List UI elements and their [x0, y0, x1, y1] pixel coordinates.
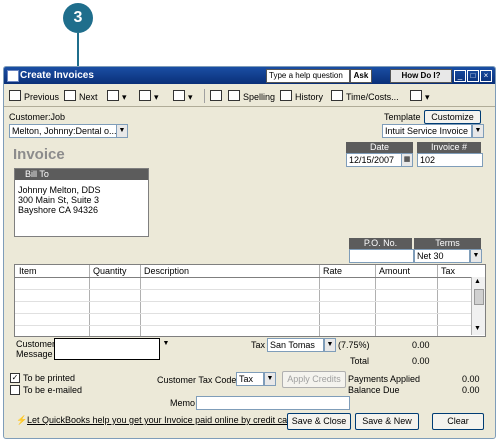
date-header: Date [346, 142, 413, 153]
tax-item-dropdown[interactable]: ▼ [324, 338, 336, 352]
to-be-printed-label: To be printed [23, 373, 76, 383]
next-button[interactable]: Next [64, 90, 98, 102]
customer-message-label-2: Message [16, 349, 53, 359]
bill-to-line[interactable]: Johnny Melton, DDS [18, 185, 101, 195]
save-close-button[interactable]: Save & Close [287, 413, 351, 430]
grid-header-rate: Rate [323, 266, 343, 276]
bill-to-box: Bill To Johnny Melton, DDS 300 Main St, … [14, 168, 149, 237]
ship-icon [173, 90, 185, 101]
more-button[interactable]: ▾ [410, 90, 430, 103]
invoice-number-header: Invoice # [417, 142, 481, 153]
apply-credits-button[interactable]: Apply Credits [282, 371, 346, 388]
to-be-printed-checkbox[interactable]: ✓ [10, 373, 20, 383]
date-field[interactable]: 12/15/2007 [346, 153, 402, 167]
tax-rate: (7.75%) [338, 340, 370, 350]
callout-number: 3 [73, 9, 83, 26]
payments-applied-value: 0.00 [462, 374, 480, 384]
grid-header-description: Description [144, 266, 190, 276]
grid-header-tax: Tax [441, 266, 456, 276]
customer-job-field[interactable]: Melton, Johnny:Dental o... [9, 124, 117, 138]
scroll-thumb[interactable] [474, 289, 484, 305]
spelling-button[interactable]: Spelling [228, 90, 275, 102]
help-question-input[interactable]: Type a help question [266, 69, 350, 83]
balance-due-value: 0.00 [462, 385, 480, 395]
tax-item-field[interactable]: San Tomas [267, 338, 324, 352]
email-icon [139, 90, 151, 101]
save-new-button[interactable]: Save & New [355, 413, 419, 430]
customize-button[interactable]: Customize [424, 110, 481, 124]
customer-tax-code-label: Customer Tax Code [157, 375, 237, 385]
time-costs-button[interactable]: Time/Costs... [331, 90, 399, 102]
clear-button[interactable]: Clear [432, 413, 484, 430]
line-items-grid[interactable]: Item Quantity Description Rate Amount Ta… [14, 264, 486, 337]
customer-job-dropdown[interactable]: ▼ [116, 124, 128, 138]
customer-tax-code-field[interactable]: Tax [236, 372, 264, 386]
ship-button[interactable]: ▾ [173, 90, 193, 103]
total-label: Total [350, 356, 370, 366]
memo-label: Memo [170, 398, 196, 408]
customer-message-dropdown[interactable]: ▼ [161, 338, 171, 350]
balance-due-label: Balance Due [348, 385, 400, 395]
to-be-emailed-checkbox[interactable] [10, 385, 20, 395]
template-field[interactable]: Intuit Service Invoice [382, 124, 472, 138]
invoice-title: Invoice [13, 146, 65, 163]
bill-to-line[interactable]: Bayshore CA 94326 [18, 205, 98, 215]
template-label: Template [384, 112, 421, 122]
window-icon [7, 70, 19, 82]
previous-icon [9, 90, 21, 101]
print-icon [107, 90, 119, 101]
online-payment-link[interactable]: Let QuickBooks help you get your Invoice… [27, 415, 298, 425]
spelling-icon [228, 90, 240, 101]
terms-field[interactable]: Net 30 [414, 249, 470, 263]
grid-header-amount: Amount [379, 266, 411, 276]
grid-header-quantity: Quantity [93, 266, 127, 276]
to-be-emailed-label: To be e-mailed [23, 385, 83, 395]
title-bar: Create Invoices Type a help question Ask… [4, 67, 495, 84]
tax-label: Tax [251, 340, 266, 350]
toolbar: Previous Next ▾ ▾ ▾ Spelling History Tim… [4, 86, 495, 107]
grid-header-item: Item [19, 266, 37, 276]
create-invoices-window: Create Invoices Type a help question Ask… [3, 66, 496, 439]
customer-tax-code-dropdown[interactable]: ▼ [264, 372, 276, 386]
callout-badge: 3 [63, 3, 93, 33]
print-button[interactable]: ▾ [107, 90, 127, 103]
history-icon [280, 90, 292, 101]
more-icon [410, 90, 422, 101]
template-dropdown[interactable]: ▼ [472, 124, 484, 138]
scroll-down-icon[interactable]: ▼ [474, 325, 481, 332]
tax-amount: 0.00 [412, 340, 430, 350]
calendar-icon[interactable]: ▦ [401, 153, 413, 167]
po-number-header: P.O. No. [349, 238, 412, 249]
memo-field[interactable] [196, 396, 350, 410]
invoice-number-field[interactable]: 102 [417, 153, 483, 167]
grid-scrollbar[interactable]: ▲ ▼ [471, 277, 485, 335]
history-button[interactable]: History [280, 90, 323, 102]
close-icon[interactable]: × [480, 70, 492, 82]
restore-icon[interactable]: □ [467, 70, 479, 82]
how-do-i-button[interactable]: How Do I? [390, 69, 452, 83]
bill-to-line[interactable]: 300 Main St, Suite 3 [18, 195, 99, 205]
ask-button[interactable]: Ask [350, 69, 372, 83]
scroll-up-icon[interactable]: ▲ [474, 278, 481, 285]
customer-message-label: Customer [16, 339, 56, 349]
find-icon [210, 90, 222, 101]
previous-button[interactable]: Previous [9, 90, 59, 102]
po-number-field[interactable] [349, 249, 414, 263]
email-button[interactable]: ▾ [139, 90, 159, 103]
total-value: 0.00 [412, 356, 430, 366]
customer-message-field[interactable] [54, 338, 160, 360]
find-button[interactable] [210, 90, 225, 102]
payments-applied-label: Payments Applied [348, 374, 421, 384]
terms-header: Terms [414, 238, 481, 249]
online-payment-icon: ⚡ [16, 415, 28, 425]
minimize-icon[interactable]: _ [454, 70, 466, 82]
toolbar-separator [204, 89, 205, 103]
next-icon [64, 90, 76, 101]
time-costs-icon [331, 90, 343, 101]
terms-dropdown[interactable]: ▼ [470, 249, 482, 263]
bill-to-header: Bill To [15, 169, 148, 180]
customer-job-label: Customer:Job [9, 112, 66, 122]
window-title: Create Invoices [20, 70, 94, 81]
